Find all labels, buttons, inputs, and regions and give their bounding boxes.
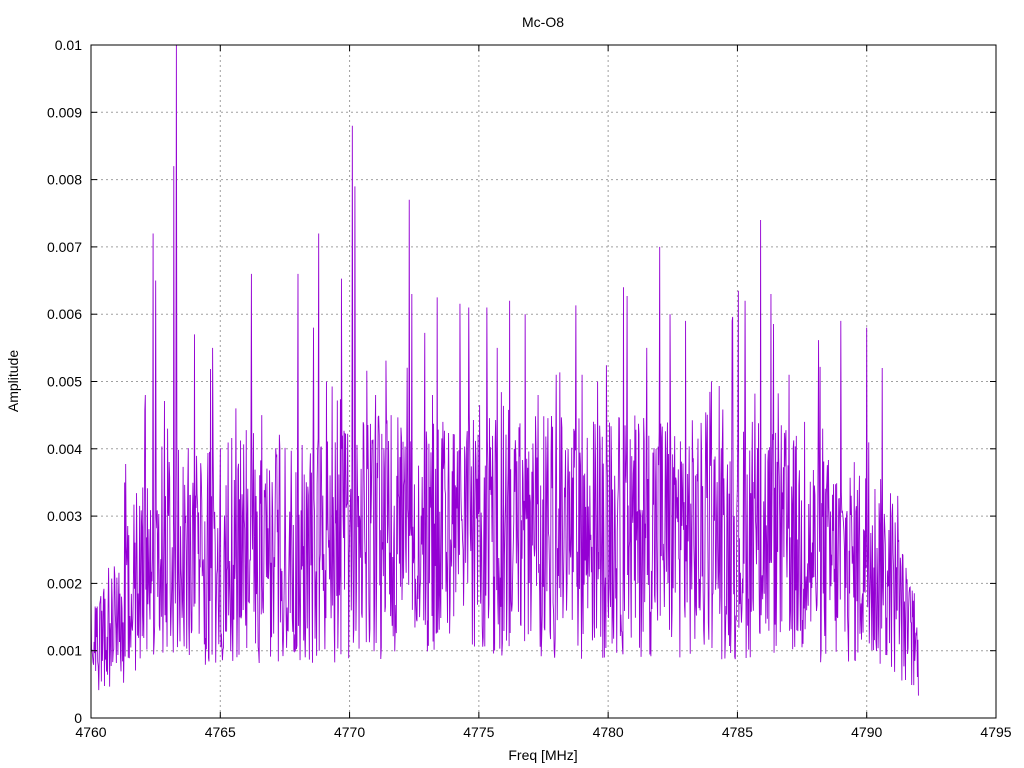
y-tick-label: 0.004: [47, 441, 82, 457]
series-layer: [90, 44, 919, 696]
y-tick-label: 0.007: [47, 239, 82, 255]
y-tick-label: 0.001: [47, 643, 82, 659]
x-tick-label: 4790: [851, 724, 882, 740]
x-tick-label: 4760: [75, 724, 106, 740]
chart-title: Mc-O8: [522, 14, 564, 30]
x-tick-labels: 4760 4765 4770 4775 4780 4785 4790 4795: [75, 724, 1011, 740]
y-tick-label: 0.003: [47, 508, 82, 524]
x-tick-label: 4775: [463, 724, 494, 740]
y-tick-label: 0.002: [47, 575, 82, 591]
y-tick-label: 0.008: [47, 172, 82, 188]
y-tick-labels: 0 0.001 0.002 0.003 0.004 0.005 0.006 0.007 0.00…: [47, 37, 82, 726]
x-tick-label: 4795: [980, 724, 1011, 740]
series-line: [90, 44, 919, 696]
x-axis-title: Freq [MHz]: [508, 747, 577, 763]
y-axis-title: Amplitude: [5, 350, 21, 412]
y-tick-label: 0.006: [47, 306, 82, 322]
y-tick-label: 0.01: [55, 37, 82, 53]
y-tick-label: 0.009: [47, 104, 82, 120]
y-tick-label: 0.005: [47, 374, 82, 390]
x-tick-label: 4785: [722, 724, 753, 740]
x-tick-label: 4770: [334, 724, 365, 740]
y-tick-label: 0: [74, 710, 82, 726]
x-tick-label: 4765: [205, 724, 236, 740]
spectrum-chart: Mc-O8 4760 4765 4770 4775 4780 4785 4790 4795 0…: [5, 14, 1012, 763]
x-tick-label: 4780: [593, 724, 624, 740]
